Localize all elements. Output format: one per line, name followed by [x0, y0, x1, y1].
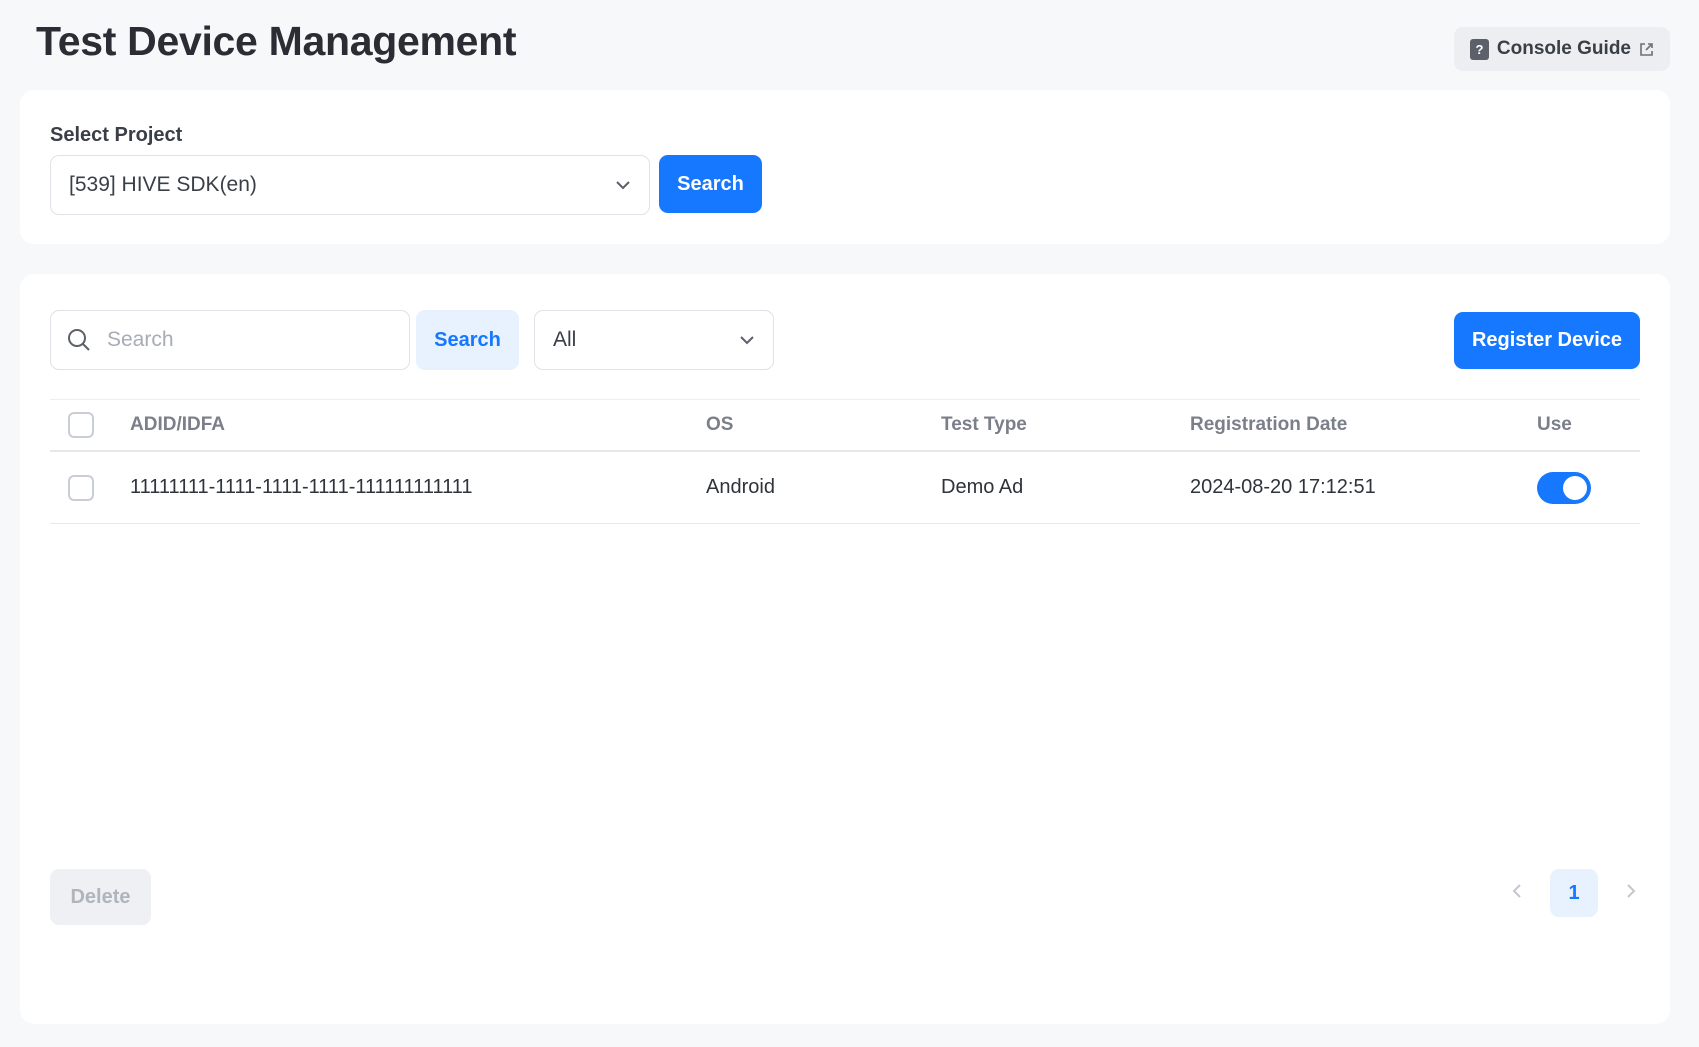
select-all-checkbox[interactable] — [68, 412, 94, 438]
device-table: ADID/IDFA OS Test Type Registration Date… — [50, 399, 1640, 524]
column-header-use: Use — [1537, 414, 1572, 435]
page-header: Test Device Management ? Console Guide — [0, 0, 1699, 90]
row-test-type: Demo Ad — [941, 476, 1024, 498]
page-number-button[interactable]: 1 — [1550, 869, 1598, 917]
select-project-label: Select Project — [50, 124, 183, 146]
table-row: 11111111-1111-1111-1111-111111111111 And… — [50, 452, 1640, 524]
delete-button[interactable]: Delete — [50, 869, 151, 925]
register-device-button[interactable]: Register Device — [1454, 312, 1640, 369]
chevron-left-icon — [1512, 883, 1522, 904]
column-header-test-type[interactable]: Test Type — [941, 414, 1027, 436]
table-header: ADID/IDFA OS Test Type Registration Date… — [50, 399, 1640, 452]
prev-page-button[interactable] — [1498, 869, 1536, 917]
chevron-right-icon — [1626, 883, 1636, 904]
row-checkbox[interactable] — [68, 474, 94, 501]
row-adid: 11111111-1111-1111-1111-111111111111 — [130, 476, 473, 498]
console-guide-button[interactable]: ? Console Guide — [1453, 27, 1670, 71]
help-doc-icon: ? — [1469, 38, 1489, 60]
column-header-registration-date[interactable]: Registration Date — [1190, 414, 1347, 436]
external-link-icon — [1639, 42, 1654, 57]
device-list-card: Search All Register Device ADID/IDFA OS … — [20, 274, 1670, 1024]
search-icon — [67, 328, 91, 352]
page-title: Test Device Management — [36, 18, 517, 64]
os-filter-select[interactable]: All — [534, 310, 774, 370]
project-select-card: Select Project [539] HIVE SDK(en) Search — [20, 90, 1670, 244]
next-page-button[interactable] — [1612, 869, 1650, 917]
row-registration-date: 2024-08-20 17:12:51 — [1190, 476, 1376, 498]
chevron-down-icon — [739, 335, 755, 345]
console-guide-label: Console Guide — [1496, 38, 1631, 59]
device-search-button[interactable]: Search — [416, 310, 519, 370]
device-search-input[interactable] — [107, 328, 393, 352]
use-toggle[interactable] — [1537, 471, 1591, 504]
os-filter-value: All — [553, 328, 577, 351]
pagination: 1 — [1498, 869, 1650, 917]
project-select-value: [539] HIVE SDK(en) — [69, 173, 257, 196]
project-search-button[interactable]: Search — [659, 155, 762, 213]
row-os: Android — [706, 476, 775, 498]
chevron-down-icon — [615, 180, 631, 190]
project-select[interactable]: [539] HIVE SDK(en) — [50, 155, 650, 215]
column-header-adid[interactable]: ADID/IDFA — [130, 414, 225, 436]
device-search-field[interactable] — [50, 310, 410, 370]
column-header-os[interactable]: OS — [706, 414, 733, 436]
